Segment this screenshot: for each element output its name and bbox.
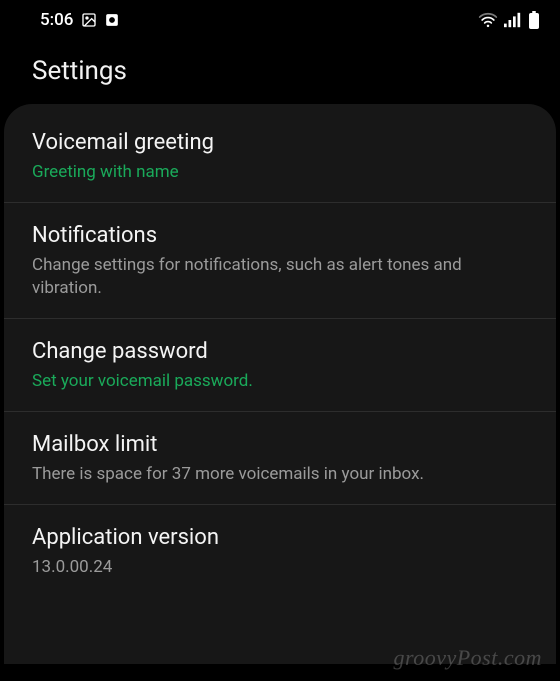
item-title: Mailbox limit	[32, 432, 528, 457]
item-subtitle: Set your voicemail password.	[32, 370, 528, 393]
settings-panel: Voicemail greeting Greeting with name No…	[4, 104, 556, 664]
page-title: Settings	[0, 36, 560, 104]
settings-item-change-password[interactable]: Change password Set your voicemail passw…	[4, 319, 556, 412]
settings-item-mailbox-limit[interactable]: Mailbox limit There is space for 37 more…	[4, 412, 556, 505]
settings-item-application-version[interactable]: Application version 13.0.00.24	[4, 505, 556, 597]
item-title: Voicemail greeting	[32, 130, 528, 155]
battery-icon	[528, 11, 540, 29]
status-bar: 5:06	[0, 0, 560, 36]
item-title: Notifications	[32, 223, 528, 248]
wifi-icon	[478, 12, 498, 28]
watermark: groovyPost.com	[393, 645, 542, 671]
signal-icon	[504, 12, 522, 28]
item-subtitle: Change settings for notifications, such …	[32, 254, 528, 300]
image-icon	[81, 12, 97, 28]
item-title: Change password	[32, 339, 528, 364]
settings-item-notifications[interactable]: Notifications Change settings for notifi…	[4, 203, 556, 319]
square-icon	[105, 13, 119, 27]
item-subtitle: 13.0.00.24	[32, 556, 528, 579]
item-title: Application version	[32, 525, 528, 550]
settings-item-voicemail-greeting[interactable]: Voicemail greeting Greeting with name	[4, 110, 556, 203]
item-subtitle: Greeting with name	[32, 161, 528, 184]
status-right	[478, 11, 540, 29]
status-left: 5:06	[40, 10, 119, 30]
status-time: 5:06	[40, 10, 73, 30]
item-subtitle: There is space for 37 more voicemails in…	[32, 463, 528, 486]
